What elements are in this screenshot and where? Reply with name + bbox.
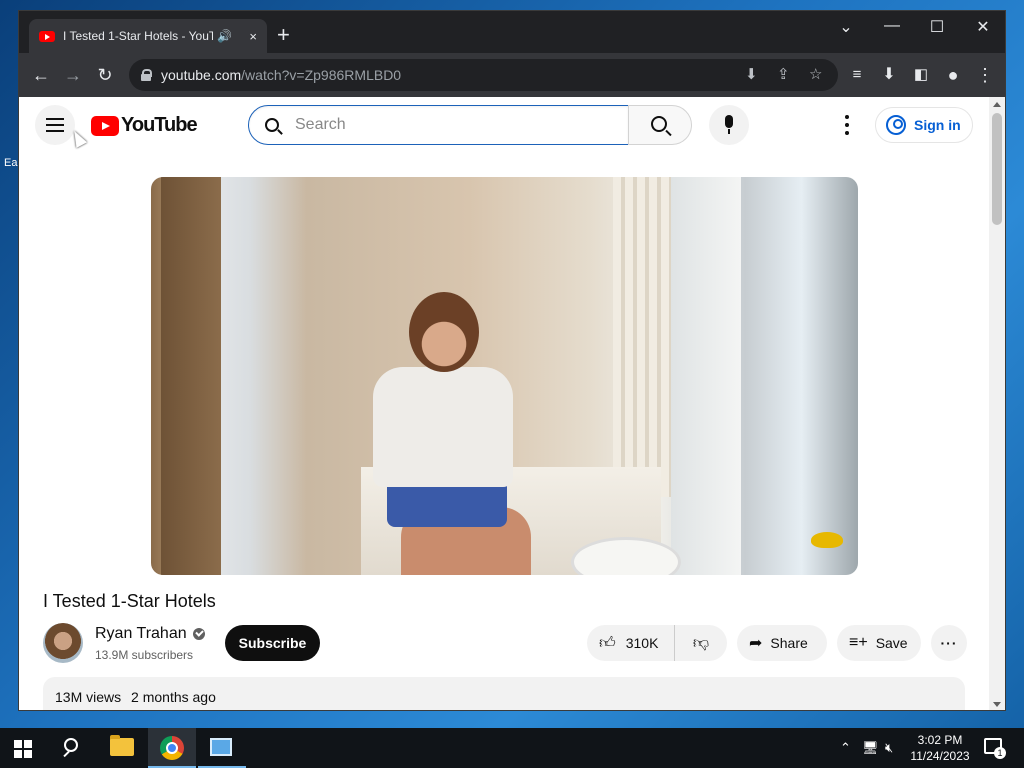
like-button[interactable]: 👍︎ 310K — [587, 625, 675, 661]
chrome-icon — [160, 736, 184, 760]
profile-icon[interactable]: ● — [941, 63, 965, 87]
video-title: I Tested 1-Star Hotels — [43, 591, 216, 611]
scrollbar-thumb[interactable] — [992, 113, 1002, 225]
taskbar: ⌃ 🖥︎ 🔇︎ 3:02 PM 11/24/2023 1 — [0, 728, 1024, 768]
verified-icon — [192, 628, 205, 640]
subscribe-button[interactable]: Subscribe — [225, 625, 320, 661]
youtube-logo-icon — [91, 115, 119, 136]
sign-in-button[interactable]: Sign in — [875, 107, 973, 143]
media-control-icon[interactable]: ≡ — [845, 63, 869, 87]
account-icon — [886, 115, 906, 135]
save-button[interactable]: ≡+ Save — [837, 625, 921, 661]
search-button[interactable] — [628, 105, 692, 145]
like-count: 310K — [625, 635, 659, 651]
search-icon — [265, 118, 279, 132]
address-bar[interactable]: youtube.com/watch?v=Zp986RMLBD0 ⬇ ⇪ ☆ — [129, 59, 838, 91]
taskbar-chrome-button[interactable] — [148, 728, 196, 768]
search-icon — [651, 116, 667, 132]
desktop-icon-label[interactable]: Ea — [4, 157, 17, 169]
close-window-button[interactable]: ✕ — [968, 17, 998, 37]
url-text: youtube.com/watch?v=Zp986RMLBD0 — [161, 67, 402, 83]
new-tab-button[interactable]: + — [277, 23, 290, 47]
hamburger-menu-button[interactable] — [35, 105, 75, 145]
maximize-button[interactable]: ☐ — [922, 17, 952, 37]
thumbs-down-icon: 👎︎ — [692, 634, 710, 652]
volume-muted-icon[interactable]: 🔇︎ — [885, 740, 893, 756]
reload-button[interactable]: ↻ — [93, 63, 117, 87]
search-input[interactable] — [295, 116, 595, 134]
share-page-icon[interactable]: ⇪ — [777, 65, 790, 83]
tab-search-button[interactable]: ⌄ — [831, 17, 861, 37]
taskbar-search-icon[interactable] — [60, 736, 84, 760]
add-to-playlist-icon: ≡+ — [849, 634, 868, 651]
browser-toolbar: ← → ↻ youtube.com/watch?v=Zp986RMLBD0 ⬇ … — [19, 53, 1005, 97]
search-box — [248, 105, 629, 145]
subscriber-count: 13.9M subscribers — [95, 648, 194, 662]
video-player[interactable] — [151, 177, 858, 575]
speaker-icon[interactable]: 🔊 — [217, 29, 232, 43]
tab-title: I Tested 1-Star Hotels - YouTube — [63, 29, 213, 43]
forward-button[interactable]: → — [61, 63, 85, 87]
save-label: Save — [875, 635, 908, 651]
sign-in-label: Sign in — [914, 117, 961, 133]
browser-window: I Tested 1-Star Hotels - YouTube 🔊 × + ⌄… — [18, 10, 1006, 711]
clock-time: 3:02 PM — [917, 733, 963, 747]
taskbar-clock[interactable]: 3:02 PM 11/24/2023 — [905, 732, 975, 764]
channel-name[interactable]: Ryan Trahan — [95, 625, 205, 643]
bookmark-star-icon[interactable]: ☆ — [809, 65, 822, 83]
channel-name-text[interactable]: Ryan Trahan — [95, 625, 187, 643]
thumbs-up-icon: 👍︎ — [599, 634, 616, 652]
taskbar-app-button[interactable] — [198, 728, 246, 768]
tab-close-icon[interactable]: × — [249, 29, 257, 44]
downloads-icon[interactable]: ⬇ — [877, 63, 901, 87]
file-explorer-icon[interactable] — [110, 735, 134, 756]
windows-start-icon[interactable] — [14, 740, 32, 758]
youtube-page: YouTube Sign in I Teste — [19, 97, 991, 710]
share-button[interactable]: ➦ Share — [737, 625, 827, 661]
youtube-logo[interactable]: YouTube — [91, 114, 198, 137]
scroll-down-icon[interactable] — [993, 702, 1001, 707]
notification-badge: 1 — [994, 747, 1006, 759]
back-button[interactable]: ← — [29, 63, 53, 87]
clock-date: 11/24/2023 — [910, 749, 970, 763]
video-meta: 13M views 2 months ago — [55, 689, 216, 705]
lock-icon[interactable] — [141, 69, 152, 81]
like-dislike-group: 👍︎ 310K 👎︎ — [587, 625, 727, 661]
view-count: 13M views — [55, 689, 122, 705]
more-actions-button[interactable]: ··· — [931, 625, 967, 661]
network-icon[interactable]: 🖥︎ — [862, 740, 879, 756]
page-scrollbar[interactable] — [989, 97, 1005, 710]
microphone-icon — [725, 115, 733, 128]
share-label: Share — [770, 635, 808, 651]
show-hidden-icons-icon[interactable]: ⌃ — [840, 740, 851, 756]
minimize-button[interactable]: — — [877, 17, 907, 35]
description-box[interactable]: 13M views 2 months ago — [43, 677, 965, 710]
install-app-icon[interactable]: ⬇ — [745, 65, 758, 83]
dislike-button[interactable]: 👎︎ — [675, 634, 727, 653]
settings-menu-button[interactable] — [837, 109, 857, 141]
youtube-favicon-icon — [39, 30, 55, 42]
title-bar: I Tested 1-Star Hotels - YouTube 🔊 × + ⌄… — [19, 11, 1005, 53]
youtube-logo-text: YouTube — [121, 114, 198, 136]
share-arrow-icon: ➦ — [749, 635, 763, 652]
voice-search-button[interactable] — [709, 105, 749, 145]
scroll-up-icon[interactable] — [993, 102, 1001, 107]
browser-tab[interactable]: I Tested 1-Star Hotels - YouTube 🔊 × — [29, 19, 267, 53]
upload-age: 2 months ago — [131, 689, 216, 705]
channel-watermark-icon[interactable] — [811, 532, 843, 548]
chrome-menu-icon[interactable]: ⋮ — [973, 63, 997, 87]
side-panel-icon[interactable]: ◧ — [909, 63, 933, 87]
window-app-icon — [210, 738, 232, 756]
channel-avatar[interactable] — [43, 623, 83, 663]
